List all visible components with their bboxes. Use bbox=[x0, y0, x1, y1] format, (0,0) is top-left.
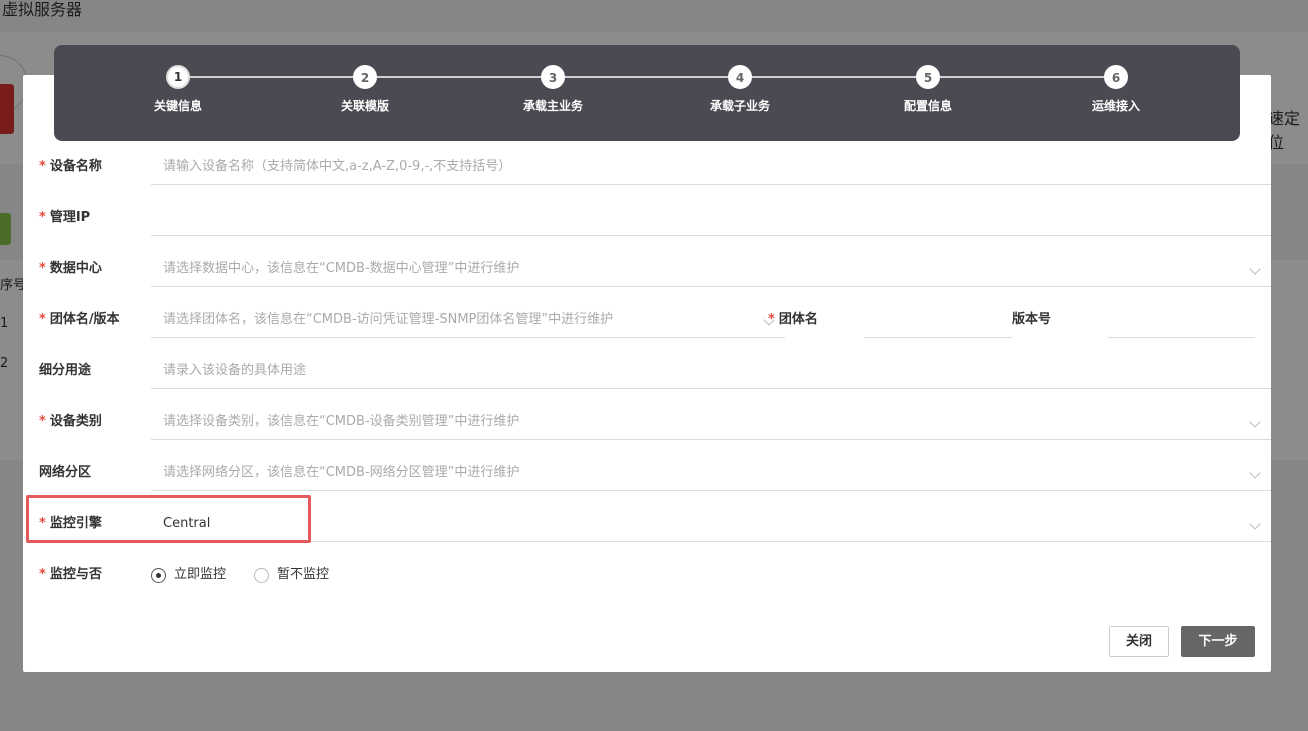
radio-unchecked-icon[interactable] bbox=[254, 567, 270, 583]
version-label: 版本号 bbox=[1012, 312, 1052, 327]
highlight-box bbox=[26, 495, 311, 543]
required-mark: * bbox=[39, 414, 46, 429]
close-button[interactable]: 关闭 bbox=[1109, 626, 1169, 657]
community-select[interactable]: 请选择团体名，该信息在“CMDB-访问凭证管理-SNMP团体名管理”中进行维护 bbox=[151, 302, 785, 338]
mgmt-ip-label-text: 管理IP bbox=[49, 210, 91, 225]
step-label: 运维接入 bbox=[1091, 99, 1140, 113]
monitor-label: * 监控与否 bbox=[39, 549, 102, 601]
required-mark: * bbox=[39, 261, 46, 276]
version-input[interactable] bbox=[1108, 302, 1255, 338]
usage-row: 细分用途 请录入该设备的具体用途 bbox=[39, 345, 1271, 397]
step-number: 2 bbox=[353, 65, 377, 89]
network-zone-row: 网络分区 请选择网络分区，该信息在“CMDB-网络分区管理”中进行维护 bbox=[39, 447, 1271, 499]
community-row: * 团体名/版本 请选择团体名，该信息在“CMDB-访问凭证管理-SNMP团体名管… bbox=[39, 294, 1255, 346]
device-name-row: * 设备名称 请输入设备名称（支持简体中文,a-z,A-Z,0-9,-,不支持括号… bbox=[39, 141, 1271, 193]
community-label: * 团体名/版本 bbox=[39, 294, 120, 346]
radio-monitor-now[interactable]: 立即监控 bbox=[151, 565, 226, 585]
device-type-row: * 设备类别 请选择设备类别，该信息在“CMDB-设备类别管理”中进行维护 bbox=[39, 396, 1271, 448]
step-1[interactable]: 1 关键信息 bbox=[118, 65, 238, 114]
mgmt-ip-row: * 管理IP bbox=[39, 192, 1271, 244]
step-number: 3 bbox=[541, 65, 565, 89]
network-zone-label: 网络分区 bbox=[39, 465, 92, 480]
device-type-placeholder: 请选择设备类别，该信息在“CMDB-设备类别管理”中进行维护 bbox=[163, 414, 520, 429]
monitor-label-text: 监控与否 bbox=[49, 567, 102, 582]
device-name-label-text: 设备名称 bbox=[49, 159, 102, 174]
chevron-down-icon bbox=[1249, 518, 1261, 530]
step-5[interactable]: 5 配置信息 bbox=[868, 65, 988, 114]
step-label: 承载主业务 bbox=[522, 99, 583, 113]
step-number: 5 bbox=[916, 65, 940, 89]
community-name-label: * 团体名 bbox=[768, 294, 818, 346]
radio-label: 暂不监控 bbox=[277, 567, 330, 582]
required-mark: * bbox=[39, 567, 46, 582]
next-button[interactable]: 下一步 bbox=[1181, 626, 1255, 657]
datacenter-label: * 数据中心 bbox=[39, 243, 102, 295]
monitor-radio-group: 立即监控 暂不监控 bbox=[151, 565, 329, 585]
step-3[interactable]: 3 承载主业务 bbox=[493, 65, 613, 114]
step-label: 关键信息 bbox=[153, 99, 202, 113]
step-label: 关联模版 bbox=[340, 99, 389, 113]
radio-monitor-later[interactable]: 暂不监控 bbox=[254, 565, 329, 585]
step-number: 4 bbox=[728, 65, 752, 89]
step-6[interactable]: 6 运维接入 bbox=[1056, 65, 1176, 114]
step-label: 配置信息 bbox=[903, 99, 952, 113]
step-2[interactable]: 2 关联模版 bbox=[305, 65, 425, 114]
radio-label: 立即监控 bbox=[174, 567, 227, 582]
chevron-down-icon bbox=[1249, 263, 1261, 275]
chevron-down-icon bbox=[1249, 467, 1261, 479]
step-wizard: 1 关键信息 2 关联模版 3 承载主业务 4 承载子业务 5 配置信息 6 运… bbox=[54, 45, 1240, 141]
usage-input[interactable]: 请录入该设备的具体用途 bbox=[151, 353, 1271, 389]
monitor-row: * 监控与否 立即监控 暂不监控 bbox=[39, 549, 1255, 601]
required-mark: * bbox=[768, 312, 775, 327]
device-name-input[interactable]: 请输入设备名称（支持简体中文,a-z,A-Z,0-9,-,不支持括号） bbox=[151, 149, 1271, 185]
add-device-modal: * 设备名称 请输入设备名称（支持简体中文,a-z,A-Z,0-9,-,不支持括号… bbox=[23, 75, 1271, 672]
datacenter-label-text: 数据中心 bbox=[49, 261, 102, 276]
network-zone-select[interactable]: 请选择网络分区，该信息在“CMDB-网络分区管理”中进行维护 bbox=[151, 455, 1271, 491]
device-type-select[interactable]: 请选择设备类别，该信息在“CMDB-设备类别管理”中进行维护 bbox=[151, 404, 1271, 440]
device-type-label: * 设备类别 bbox=[39, 396, 102, 448]
monitor-engine-select[interactable]: Central bbox=[151, 506, 1271, 542]
mgmt-ip-label: * 管理IP bbox=[39, 192, 90, 244]
radio-checked-icon[interactable] bbox=[151, 567, 166, 583]
usage-label: 细分用途 bbox=[39, 363, 92, 378]
step-number: 1 bbox=[166, 65, 190, 89]
community-label-text: 团体名/版本 bbox=[49, 312, 120, 327]
community-placeholder: 请选择团体名，该信息在“CMDB-访问凭证管理-SNMP团体名管理”中进行维护 bbox=[163, 312, 614, 327]
required-mark: * bbox=[39, 210, 46, 225]
chevron-down-icon bbox=[1249, 416, 1261, 428]
device-type-label-text: 设备类别 bbox=[49, 414, 102, 429]
step-label: 承载子业务 bbox=[709, 99, 770, 113]
datacenter-select[interactable]: 请选择数据中心，该信息在“CMDB-数据中心管理”中进行维护 bbox=[151, 251, 1271, 287]
community-name-input[interactable] bbox=[864, 302, 1012, 338]
network-zone-placeholder: 请选择网络分区，该信息在“CMDB-网络分区管理”中进行维护 bbox=[163, 465, 520, 480]
datacenter-row: * 数据中心 请选择数据中心，该信息在“CMDB-数据中心管理”中进行维护 bbox=[39, 243, 1271, 295]
community-name-label-text: 团体名 bbox=[778, 312, 818, 327]
device-name-label: * 设备名称 bbox=[39, 141, 102, 193]
step-number: 6 bbox=[1104, 65, 1128, 89]
required-mark: * bbox=[39, 312, 46, 327]
datacenter-placeholder: 请选择数据中心，该信息在“CMDB-数据中心管理”中进行维护 bbox=[163, 261, 520, 276]
mgmt-ip-input[interactable] bbox=[151, 200, 1271, 236]
required-mark: * bbox=[39, 159, 46, 174]
step-4[interactable]: 4 承载子业务 bbox=[680, 65, 800, 114]
